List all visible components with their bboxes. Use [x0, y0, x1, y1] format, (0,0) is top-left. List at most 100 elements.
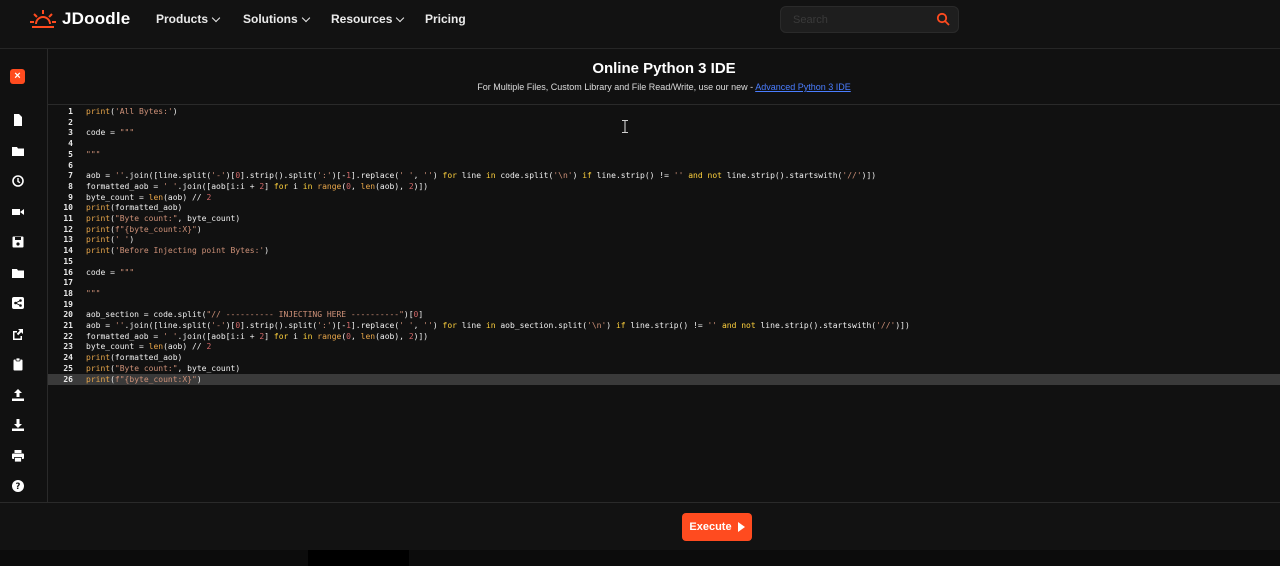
code-text: aob = ''.join([line.split('-')[0].strip(…	[86, 171, 877, 181]
save-icon	[12, 236, 24, 248]
line-number: 9	[68, 192, 73, 202]
code-text: byte_count = len(aob) // 2	[86, 342, 212, 352]
line-number: 25	[63, 363, 73, 373]
video-icon	[12, 209, 24, 215]
code-line[interactable]: 9 byte_count = len(aob) // 2	[48, 192, 1280, 203]
code-line[interactable]: 10 print(formatted_aob)	[48, 202, 1280, 213]
code-line[interactable]: 6	[48, 160, 1280, 171]
code-line[interactable]: 11 print("Byte count:", byte_count)	[48, 213, 1280, 224]
editor-footer: Execute	[0, 502, 1280, 551]
advanced-ide-link[interactable]: Advanced Python 3 IDE	[755, 82, 851, 92]
code-text: print(' ')	[86, 235, 135, 245]
upload-button[interactable]	[11, 388, 25, 402]
bottom-strip	[0, 550, 1280, 566]
editor-toolbar: × ?	[0, 49, 48, 502]
brand-name: JDoodle	[62, 9, 131, 28]
line-number: 14	[63, 246, 73, 256]
nav-solutions[interactable]: Solutions	[243, 12, 310, 26]
nav-resources[interactable]: Resources	[331, 12, 405, 26]
code-line[interactable]: 14 print('Before Injecting point Bytes:')	[48, 245, 1280, 256]
code-line[interactable]: 5 """	[48, 149, 1280, 160]
line-number: 18	[63, 288, 73, 298]
play-icon	[737, 522, 745, 532]
line-number: 7	[68, 171, 73, 181]
subtitle-text: For Multiple Files, Custom Library and F…	[477, 82, 756, 92]
nav-products[interactable]: Products	[156, 12, 221, 26]
code-editor[interactable]: 1 print('All Bytes:') 2 3 code = """ 4 5 """ 6 7 a…	[48, 105, 1280, 501]
folder-icon	[12, 269, 24, 278]
code-line[interactable]: 17	[48, 277, 1280, 288]
close-icon: ×	[14, 70, 21, 82]
line-number: 3	[68, 128, 73, 138]
line-number: 11	[63, 214, 73, 223]
search-input[interactable]	[791, 10, 935, 30]
code-line[interactable]: 23 byte_count = len(aob) // 2	[48, 341, 1280, 352]
code-line[interactable]: 21 aob = ''.join([line.split('-')[0].stri…	[48, 320, 1280, 331]
line-number: 13	[63, 235, 73, 245]
open-project-button[interactable]	[11, 144, 25, 158]
upload-icon	[12, 389, 24, 401]
external-share-icon	[13, 329, 23, 340]
code-text: print('Before Injecting point Bytes:')	[86, 246, 270, 256]
search-icon[interactable]	[936, 12, 950, 26]
code-line[interactable]: 2	[48, 117, 1280, 128]
logo[interactable]: JDoodle	[30, 8, 130, 30]
code-text: byte_count = len(aob) // 2	[86, 192, 212, 202]
close-button[interactable]: ×	[10, 69, 25, 84]
embed-button[interactable]	[11, 327, 25, 341]
code-line[interactable]: 13 print(' ')	[48, 234, 1280, 245]
line-number: 6	[68, 160, 73, 170]
code-text: print(formatted_aob)	[86, 353, 183, 363]
nav-pricing[interactable]: Pricing	[425, 12, 466, 26]
save-button[interactable]	[11, 235, 25, 249]
clipboard-icon	[13, 357, 23, 371]
nav-products-label: Products	[156, 12, 209, 26]
code-text: print(formatted_aob)	[86, 203, 183, 213]
code-line[interactable]: 8 formatted_aob = ' '.join([aob[i:i + 2] …	[48, 181, 1280, 192]
code-text: formatted_aob = ' '.join([aob[i:i + 2] f…	[86, 181, 429, 191]
page-title: Online Python 3 IDE	[592, 60, 736, 77]
line-number: 8	[68, 181, 73, 191]
execute-button[interactable]: Execute	[682, 513, 752, 541]
jdoodle-sun-logo-icon	[30, 10, 56, 28]
code-text: """	[86, 288, 101, 298]
code-line[interactable]: 19	[48, 299, 1280, 310]
code-line[interactable]: 26 print(f"{byte_count:X}")	[48, 373, 1280, 385]
code-line[interactable]: 7 aob = ''.join([line.split('-')[0].strip…	[48, 170, 1280, 181]
code-line[interactable]: 20 aob_section = code.split("// ---------…	[48, 309, 1280, 320]
download-button[interactable]	[11, 418, 25, 432]
help-button[interactable]: ?	[11, 479, 25, 493]
code-line[interactable]: 18 """	[48, 288, 1280, 299]
code-line[interactable]: 15	[48, 256, 1280, 267]
line-number: 2	[68, 117, 73, 127]
copy-button[interactable]	[11, 357, 25, 371]
code-text: aob = ''.join([line.split('-')[0].strip(…	[86, 321, 910, 330]
text-cursor-icon	[622, 120, 628, 133]
new-file-icon	[14, 114, 22, 126]
code-text: aob_section = code.split("// ---------- …	[86, 310, 424, 320]
code-text: code = """	[86, 128, 135, 138]
code-line[interactable]: 12 print(f"{byte_count:X}")	[48, 224, 1280, 235]
nav-pricing-label: Pricing	[425, 12, 466, 26]
code-line[interactable]: 24 print(formatted_aob)	[48, 352, 1280, 363]
new-file-button[interactable]	[11, 113, 25, 127]
share-button[interactable]	[11, 296, 25, 310]
code-text: """	[86, 149, 101, 159]
code-line[interactable]: 16 code = """	[48, 267, 1280, 278]
code-line[interactable]: 1 print('All Bytes:')	[48, 106, 1280, 117]
help-icon: ?	[12, 480, 24, 492]
line-number: 12	[63, 224, 73, 234]
line-number: 19	[63, 299, 73, 309]
line-number: 23	[63, 342, 73, 352]
code-line[interactable]: 4	[48, 138, 1280, 149]
code-text: print(f"{byte_count:X}")	[86, 224, 202, 234]
code-line[interactable]: 25 print("Byte count:", byte_count)	[48, 363, 1280, 374]
video-button[interactable]	[11, 205, 25, 219]
open-file-button[interactable]	[11, 266, 25, 280]
code-line[interactable]: 22 formatted_aob = ' '.join([aob[i:i + 2]…	[48, 331, 1280, 342]
code-line[interactable]: 3 code = """	[48, 127, 1280, 138]
nav-solutions-label: Solutions	[243, 12, 298, 26]
line-number: 1	[68, 107, 73, 116]
history-button[interactable]	[11, 174, 25, 188]
print-button[interactable]	[11, 449, 25, 463]
